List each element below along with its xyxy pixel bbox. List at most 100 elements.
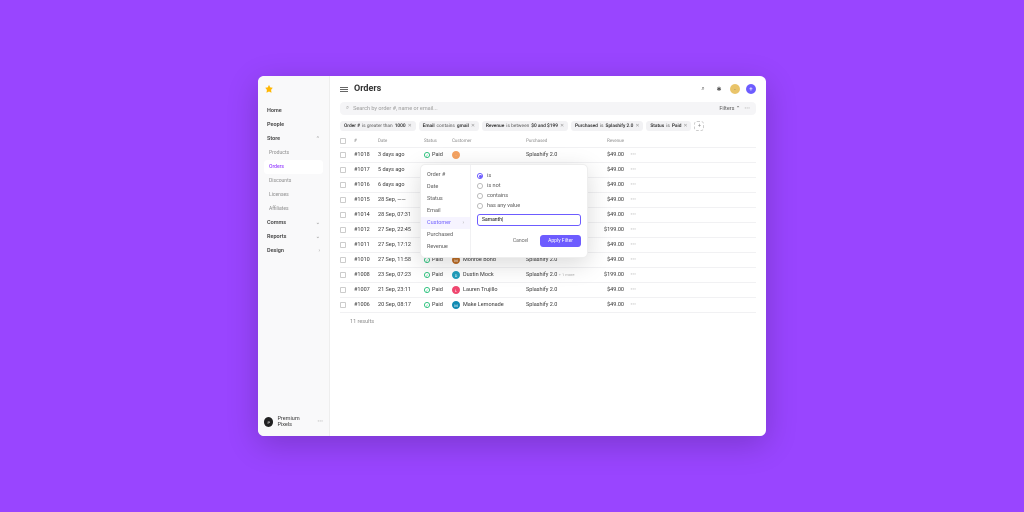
order-status: Paid bbox=[424, 272, 450, 278]
col-header[interactable]: Purchased bbox=[526, 139, 586, 144]
add-filter-button[interactable]: + bbox=[694, 121, 704, 131]
nav-item[interactable]: Products bbox=[264, 146, 323, 160]
filters-button[interactable]: Filters ⌃ bbox=[719, 106, 740, 112]
col-header[interactable]: # bbox=[354, 139, 376, 144]
col-header[interactable]: Revenue bbox=[588, 139, 624, 144]
attr-option[interactable]: Revenue bbox=[421, 241, 470, 253]
col-header[interactable]: Status bbox=[424, 139, 450, 144]
chip-remove-icon[interactable]: ✕ bbox=[560, 124, 564, 129]
condition-option[interactable]: is not bbox=[477, 181, 581, 191]
nav-item[interactable]: Comms⌄ bbox=[264, 216, 323, 230]
col-header[interactable] bbox=[340, 138, 352, 144]
filter-chip[interactable]: Purchased is Splashify 2.0 ✕ bbox=[571, 121, 643, 131]
row-menu-icon[interactable]: ••• bbox=[626, 242, 636, 248]
nav-item[interactable]: Store⌃ bbox=[264, 132, 323, 146]
filter-chip[interactable]: Status is Paid ✕ bbox=[646, 121, 691, 131]
order-id: #1006 bbox=[354, 302, 376, 308]
condition-panel: isis notcontainshas any value Cancel App… bbox=[471, 165, 587, 257]
revenue-cell: $49.00 bbox=[588, 212, 624, 218]
row-checkbox[interactable] bbox=[340, 167, 346, 173]
condition-option[interactable]: contains bbox=[477, 191, 581, 201]
row-checkbox[interactable] bbox=[340, 257, 346, 263]
revenue-cell: $49.00 bbox=[588, 152, 624, 158]
condition-option[interactable]: is bbox=[477, 171, 581, 181]
apply-filter-button[interactable]: Apply Filter bbox=[540, 235, 581, 247]
user-avatar[interactable]: ∙ bbox=[730, 84, 740, 94]
order-id: #1015 bbox=[354, 197, 376, 203]
row-menu-icon[interactable]: ••• bbox=[626, 227, 636, 233]
revenue-cell: $199.00 bbox=[588, 272, 624, 278]
attr-option[interactable]: Email bbox=[421, 205, 470, 217]
attr-option[interactable]: Customer› bbox=[421, 217, 470, 229]
order-id: #1017 bbox=[354, 167, 376, 173]
filter-chip[interactable]: Order # is greater than 1000 ✕ bbox=[340, 121, 416, 131]
attr-option[interactable]: Order # bbox=[421, 169, 470, 181]
cancel-button[interactable]: Cancel bbox=[505, 235, 536, 247]
result-count: 11 results bbox=[340, 313, 756, 331]
purchased-cell: Splashify 2.0 bbox=[526, 152, 586, 158]
filter-chip[interactable]: Email contains gmail ✕ bbox=[419, 121, 479, 131]
table-row[interactable]: #100823 Sep, 07:23PaidDDustin MockSplash… bbox=[340, 268, 756, 283]
sidebar-footer[interactable]: P Premium Pixels ••• bbox=[264, 408, 323, 428]
attr-option[interactable]: Date bbox=[421, 181, 470, 193]
row-checkbox[interactable] bbox=[340, 242, 346, 248]
search-bar[interactable]: ⌕ Search by order #, name or email... Fi… bbox=[340, 102, 756, 115]
row-checkbox[interactable] bbox=[340, 197, 346, 203]
row-menu-icon[interactable]: ••• bbox=[626, 197, 636, 203]
chip-remove-icon[interactable]: ✕ bbox=[471, 124, 475, 129]
page-title: Orders bbox=[354, 84, 381, 94]
search-more-icon[interactable]: ••• bbox=[744, 106, 750, 112]
col-header[interactable]: Date bbox=[378, 139, 422, 144]
chip-remove-icon[interactable]: ✕ bbox=[683, 124, 687, 129]
attr-option[interactable]: Status bbox=[421, 193, 470, 205]
table-row[interactable]: #10183 days agoPaid·Splashify 2.0$49.00•… bbox=[340, 148, 756, 163]
nav-item[interactable]: Reports⌄ bbox=[264, 230, 323, 244]
nav-item[interactable]: Home bbox=[264, 104, 323, 118]
nav-item[interactable]: People bbox=[264, 118, 323, 132]
attr-option[interactable]: Purchased bbox=[421, 229, 470, 241]
nav-item[interactable]: Design› bbox=[264, 244, 323, 258]
row-checkbox[interactable] bbox=[340, 287, 346, 293]
nav-item[interactable]: Discounts bbox=[264, 174, 323, 188]
table-row[interactable]: #100620 Sep, 08:17PaidMMake LemonadeSpla… bbox=[340, 298, 756, 313]
condition-option[interactable]: has any value bbox=[477, 201, 581, 211]
row-menu-icon[interactable]: ••• bbox=[626, 257, 636, 263]
row-checkbox[interactable] bbox=[340, 227, 346, 233]
search-icon[interactable]: ⌕ bbox=[698, 84, 708, 94]
chip-remove-icon[interactable]: ✕ bbox=[408, 124, 412, 129]
workspace-name: Premium Pixels bbox=[277, 416, 313, 428]
purchased-cell: Splashify 2.0 bbox=[526, 287, 586, 293]
row-menu-icon[interactable]: ••• bbox=[626, 212, 636, 218]
chip-remove-icon[interactable]: ✕ bbox=[635, 124, 639, 129]
order-date: 27 Sep, 17:12 bbox=[378, 242, 422, 248]
row-menu-icon[interactable]: ••• bbox=[626, 272, 636, 278]
row-menu-icon[interactable]: ••• bbox=[626, 167, 636, 173]
order-date: 28 Sep, —— bbox=[378, 197, 422, 203]
filter-value-input[interactable] bbox=[477, 214, 581, 226]
order-id: #1014 bbox=[354, 212, 376, 218]
nav-item[interactable]: Licenses bbox=[264, 188, 323, 202]
row-menu-icon[interactable]: ••• bbox=[626, 182, 636, 188]
row-checkbox[interactable] bbox=[340, 182, 346, 188]
row-menu-icon[interactable]: ••• bbox=[626, 287, 636, 293]
nav-item[interactable]: Affiliates bbox=[264, 202, 323, 216]
add-button[interactable]: + bbox=[746, 84, 756, 94]
row-checkbox[interactable] bbox=[340, 212, 346, 218]
search-placeholder: Search by order #, name or email... bbox=[353, 106, 438, 112]
workspace-menu-icon[interactable]: ••• bbox=[317, 419, 323, 425]
menu-icon[interactable] bbox=[340, 87, 348, 92]
row-menu-icon[interactable]: ••• bbox=[626, 302, 636, 308]
col-header[interactable]: Customer bbox=[452, 139, 524, 144]
row-checkbox[interactable] bbox=[340, 302, 346, 308]
row-menu-icon[interactable]: ••• bbox=[626, 152, 636, 158]
order-id: #1010 bbox=[354, 257, 376, 263]
nav-item[interactable]: Orders bbox=[264, 160, 323, 174]
row-checkbox[interactable] bbox=[340, 152, 346, 158]
filter-chip[interactable]: Revenue is between $0 and $199 ✕ bbox=[482, 121, 568, 131]
revenue-cell: $49.00 bbox=[588, 302, 624, 308]
order-date: 27 Sep, 11:58 bbox=[378, 257, 422, 263]
settings-icon[interactable]: ✱ bbox=[714, 84, 724, 94]
row-checkbox[interactable] bbox=[340, 272, 346, 278]
table-row[interactable]: #100721 Sep, 23:11PaidLLauren TrujilloSp… bbox=[340, 283, 756, 298]
order-date: 28 Sep, 07:31 bbox=[378, 212, 422, 218]
